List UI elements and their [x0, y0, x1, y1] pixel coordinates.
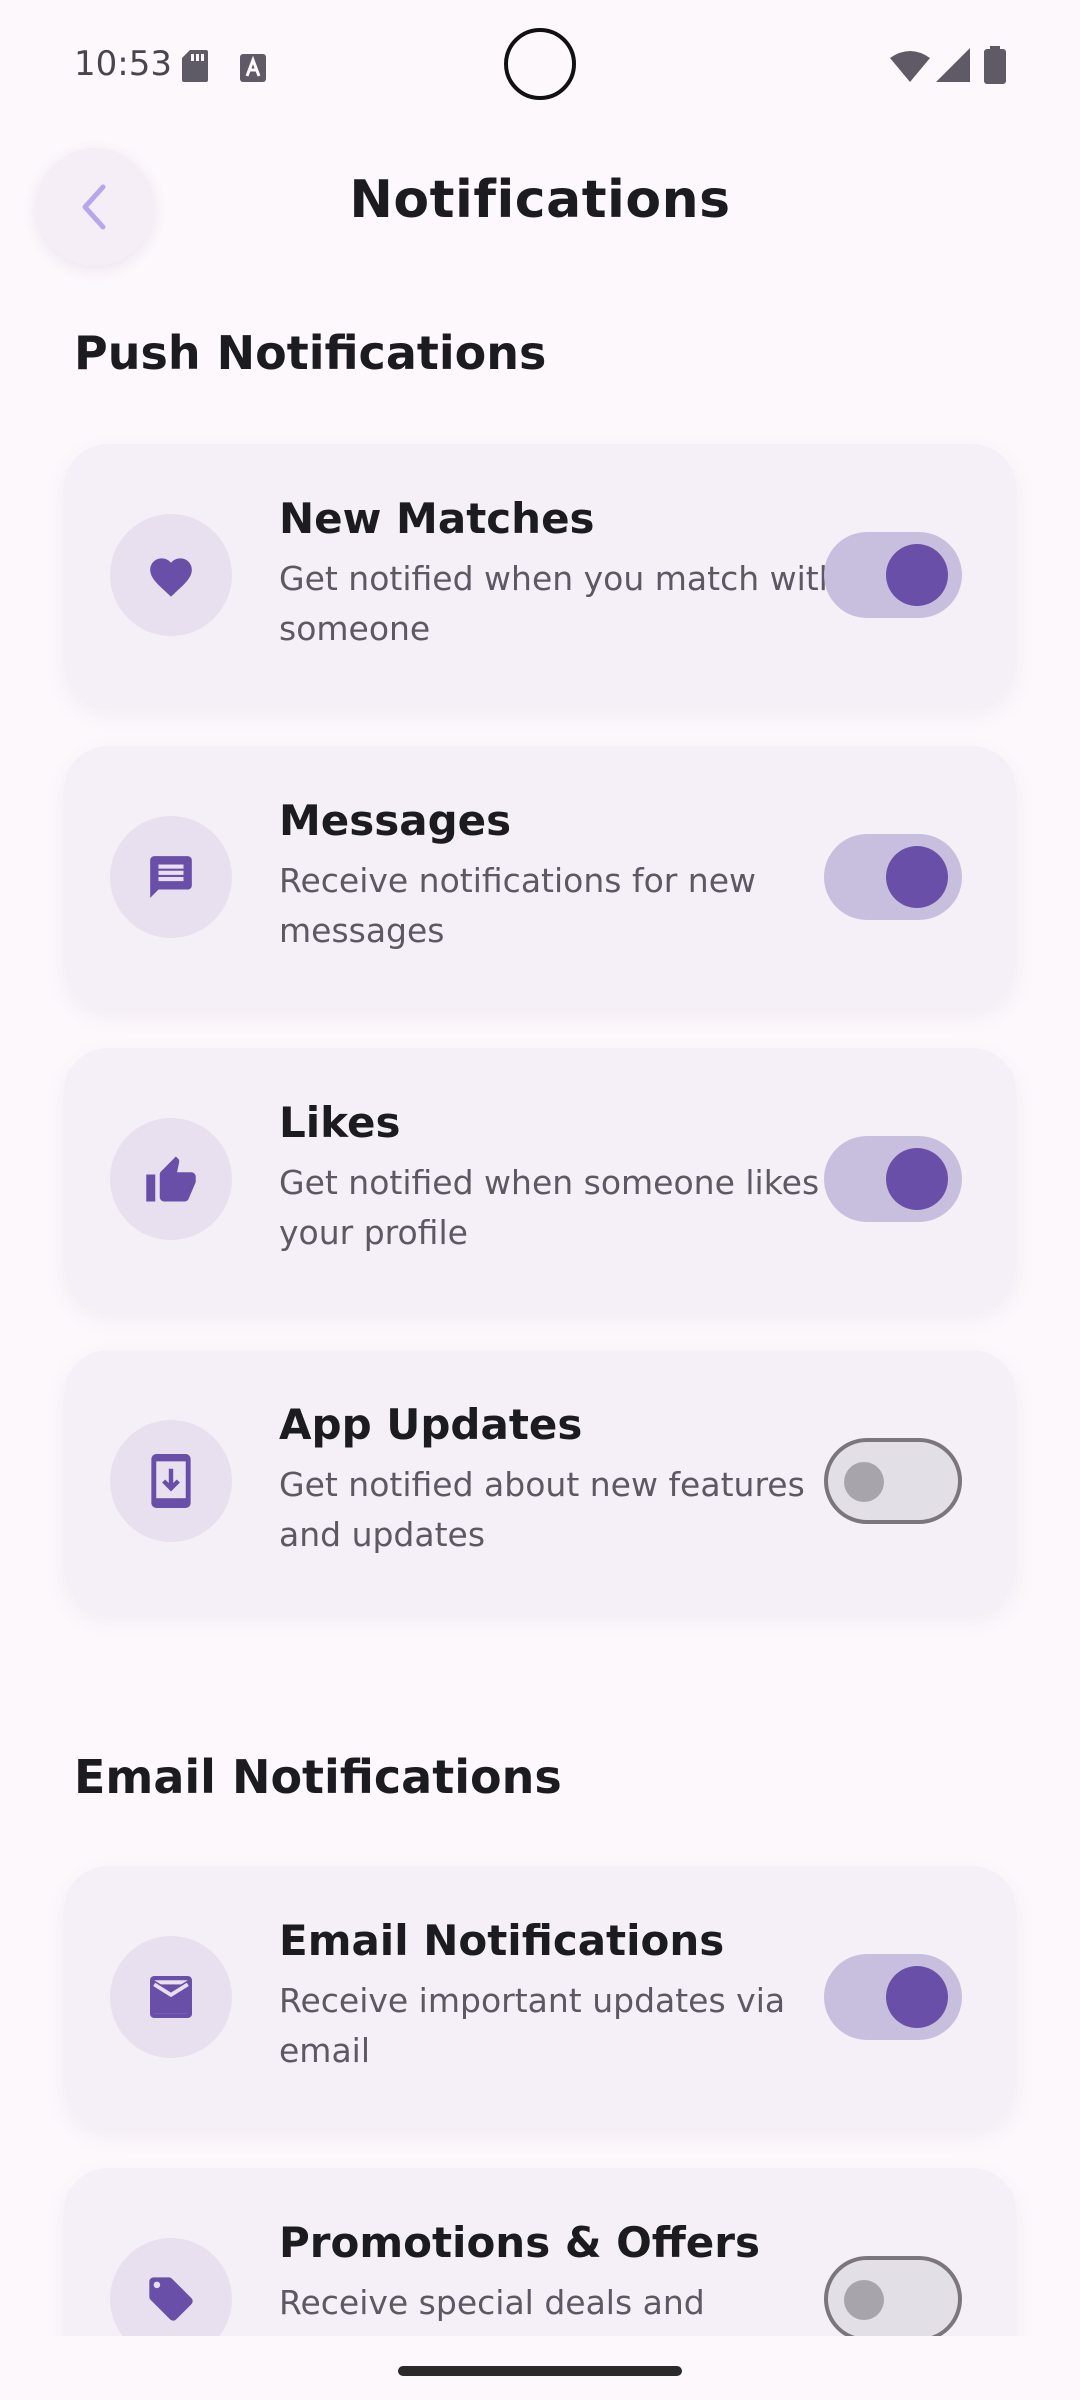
setting-title: App Updates: [279, 1400, 583, 1449]
battery-icon: [984, 46, 1006, 84]
setting-card-messages: Messages Receive notifications for new m…: [64, 746, 1016, 1008]
text-a-icon: [240, 54, 266, 82]
setting-card-new-matches: New Matches Get notified when you match …: [64, 444, 1016, 706]
status-time: 10:53: [74, 44, 172, 84]
thumbs-up-icon: [146, 1156, 196, 1202]
card-icon-container: [110, 514, 232, 636]
setting-description: Get notified when you match with someone: [279, 559, 840, 648]
email-notifications-toggle[interactable]: [824, 1954, 962, 2040]
card-icon-container: [110, 1420, 232, 1542]
camera-cutout: [504, 28, 576, 100]
setting-description: Get notified when someone likes your pro…: [279, 1163, 820, 1252]
status-bar: 10:53: [0, 0, 1080, 130]
page-title: Notifications: [349, 170, 731, 230]
tag-icon: [149, 2277, 193, 2321]
toggle-knob: [844, 2280, 884, 2320]
card-icon-container: [110, 816, 232, 938]
card-icon-container: [110, 1118, 232, 1240]
setting-title: Messages: [279, 796, 512, 845]
setting-card-email-notifications: Email Notifications Receive important up…: [64, 1866, 1016, 2128]
toggle-knob: [886, 846, 948, 908]
setting-card-likes: Likes Get notified when someone likes yo…: [64, 1048, 1016, 1310]
toggle-knob: [844, 1462, 884, 1502]
sd-card-icon: [182, 50, 208, 82]
section-title-push: Push Notifications: [74, 326, 547, 380]
setting-card-app-updates: App Updates Get notified about new featu…: [64, 1350, 1016, 1612]
card-icon-container: [110, 1936, 232, 2058]
app-updates-toggle[interactable]: [824, 1438, 962, 1524]
signal-icon: [936, 48, 970, 82]
messages-toggle[interactable]: [824, 834, 962, 920]
mail-icon: [150, 1976, 192, 2018]
setting-title: Promotions & Offers: [279, 2218, 760, 2267]
setting-title: Email Notifications: [279, 1916, 725, 1965]
setting-description: Receive special deals and: [279, 2283, 705, 2322]
new-matches-toggle[interactable]: [824, 532, 962, 618]
toggle-knob: [886, 544, 948, 606]
message-icon: [150, 856, 192, 898]
home-indicator[interactable]: [398, 2366, 682, 2376]
setting-description: Receive notifications for new messages: [279, 861, 757, 950]
notifications-screen: 10:53 Notifications Push Notifications N…: [0, 0, 1080, 2400]
promotions-toggle[interactable]: [824, 2256, 962, 2342]
system-update-icon: [151, 1454, 191, 1508]
likes-toggle[interactable]: [824, 1136, 962, 1222]
setting-description: Receive important updates via email: [279, 1981, 786, 2070]
wifi-icon: [890, 51, 930, 82]
heart-icon: [150, 558, 192, 597]
toggle-knob: [886, 1148, 948, 1210]
toggle-knob: [886, 1966, 948, 2028]
setting-title: New Matches: [279, 494, 595, 543]
section-title-email: Email Notifications: [74, 1750, 562, 1804]
setting-description: Get notified about new features and upda…: [279, 1465, 805, 1554]
setting-title: Likes: [279, 1098, 401, 1147]
